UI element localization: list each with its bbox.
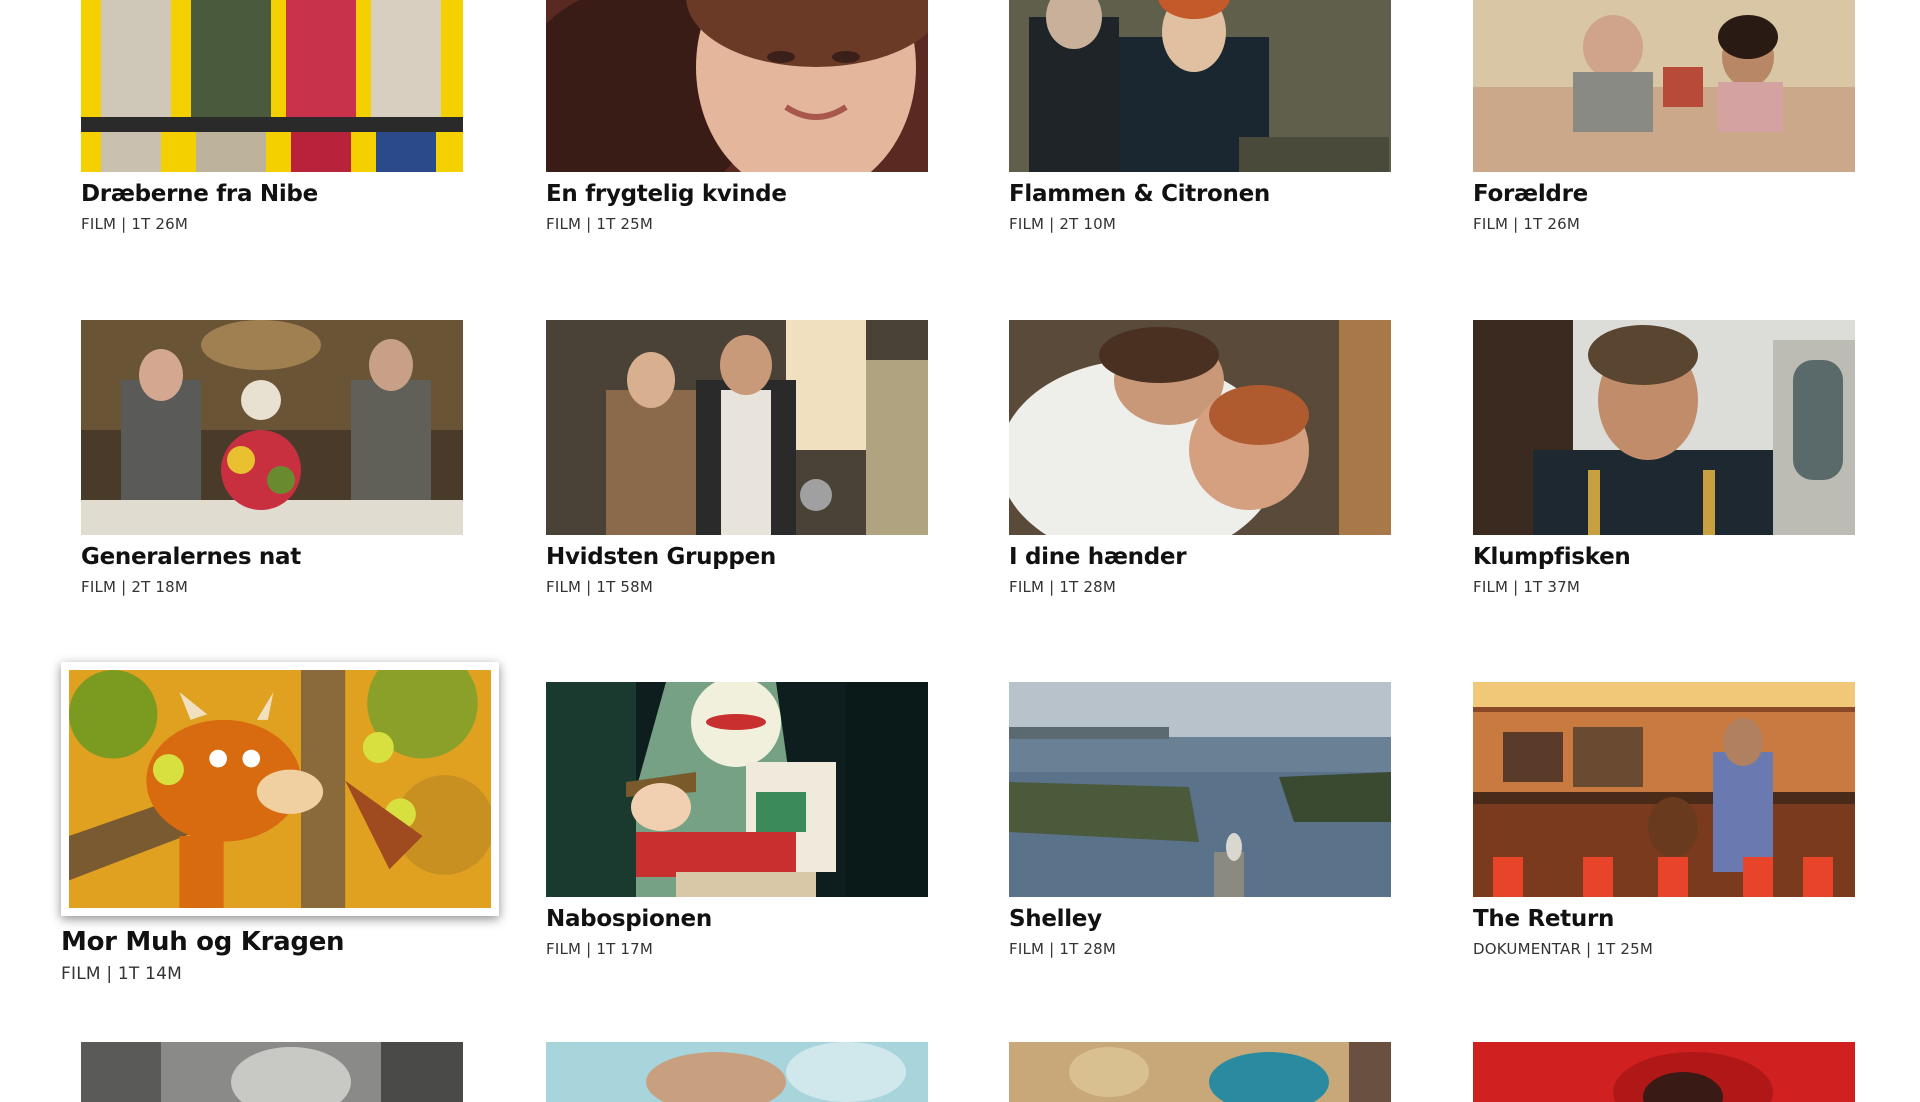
movie-thumbnail (546, 0, 928, 172)
movie-title: The Return (1473, 906, 1615, 932)
movie-thumbnail (81, 0, 463, 172)
movie-title: Generalernes nat (81, 544, 301, 570)
movie-thumbnail (1009, 320, 1391, 535)
movie-title: Forældre (1473, 181, 1588, 207)
movie-title: I dine hænder (1009, 544, 1187, 570)
movie-meta: FILM | 1T 14M (61, 964, 182, 984)
movie-thumbnail (1009, 0, 1391, 172)
movie-grid: Dræberne fra Nibe FILM | 1T 26M En frygt… (0, 0, 1920, 1102)
movie-thumbnail (61, 662, 499, 916)
movie-thumbnail (1009, 682, 1391, 897)
movie-meta: FILM | 1T 28M (1009, 940, 1117, 958)
movie-thumbnail (546, 682, 928, 897)
movie-thumbnail (1473, 1042, 1855, 1102)
movie-meta: DOKUMENTAR | 1T 25M (1473, 940, 1653, 958)
movie-meta: FILM | 1T 58M (546, 578, 654, 596)
movie-meta: FILM | 1T 26M (81, 215, 189, 233)
movie-meta: FILM | 1T 17M (546, 940, 654, 958)
movie-thumbnail (81, 320, 463, 535)
movie-title: Mor Muh og Kragen (61, 927, 345, 957)
movie-thumbnail (1473, 682, 1855, 897)
movie-thumbnail (81, 1042, 463, 1102)
movie-title: Klumpfisken (1473, 544, 1631, 570)
movie-thumbnail (546, 1042, 928, 1102)
movie-title: Nabospionen (546, 906, 712, 932)
movie-thumbnail (1473, 320, 1855, 535)
movie-meta: FILM | 1T 28M (1009, 578, 1117, 596)
movie-thumbnail (546, 320, 928, 535)
movie-meta: FILM | 2T 18M (81, 578, 189, 596)
movie-meta: FILM | 1T 25M (546, 215, 654, 233)
movie-meta: FILM | 1T 26M (1473, 215, 1581, 233)
movie-title: Hvidsten Gruppen (546, 544, 776, 570)
movie-title: Dræberne fra Nibe (81, 181, 318, 207)
movie-meta: FILM | 1T 37M (1473, 578, 1581, 596)
movie-title: Shelley (1009, 906, 1102, 932)
movie-thumbnail (1473, 0, 1855, 172)
movie-thumbnail (1009, 1042, 1391, 1102)
movie-title: Flammen & Citronen (1009, 181, 1270, 207)
movie-title: En frygtelig kvinde (546, 181, 787, 207)
movie-meta: FILM | 2T 10M (1009, 215, 1117, 233)
